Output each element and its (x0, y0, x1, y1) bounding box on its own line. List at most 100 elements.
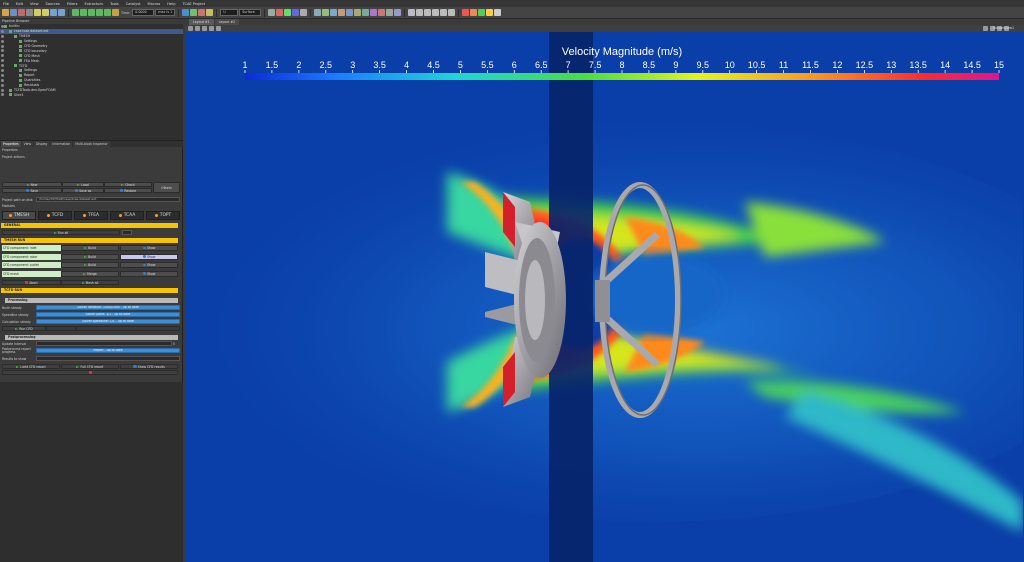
full-cfd-report-button[interactable]: Full CFD report (61, 364, 119, 369)
view-x-icon[interactable] (276, 9, 284, 16)
menu-item-6[interactable]: Tools (110, 2, 119, 6)
menu-item-10[interactable]: TCAE Project (182, 2, 205, 6)
custom-range-icon[interactable] (198, 9, 206, 16)
load-project-button[interactable]: Load (62, 182, 104, 187)
undo-icon[interactable] (34, 9, 41, 16)
save-as-project-button[interactable]: Save as (62, 188, 104, 193)
variable-select[interactable]: U (220, 9, 239, 16)
visibility-eye-icon[interactable] (1, 29, 4, 33)
component-action-button[interactable]: Build (61, 253, 119, 260)
visibility-eye-icon[interactable] (1, 59, 4, 63)
interactive-select-icon[interactable] (424, 9, 432, 16)
close-results-button[interactable] (2, 370, 178, 375)
hover-icon[interactable] (432, 9, 440, 16)
reset-center-icon[interactable] (195, 26, 200, 31)
first-frame-icon[interactable] (72, 9, 79, 16)
split-horizontal-icon[interactable] (983, 26, 988, 31)
module-tab-1[interactable]: TCFD (38, 211, 72, 220)
camera-undo-icon[interactable] (50, 9, 57, 16)
select-cells-icon[interactable] (408, 9, 416, 16)
pick-center-icon[interactable] (202, 26, 207, 31)
extract-subset-icon[interactable] (354, 9, 362, 16)
tcae-clock-icon[interactable] (494, 9, 502, 16)
prev-frame-icon[interactable] (80, 9, 87, 16)
run-fast-forward-button[interactable] (46, 326, 76, 331)
camera-redo-icon[interactable] (58, 9, 65, 16)
module-tab-4[interactable]: TOPT (146, 211, 180, 220)
representation-select[interactable]: Surface (239, 9, 262, 16)
time-index-field[interactable]: max is 1 (155, 9, 176, 16)
time-input[interactable]: 0.0000 (132, 9, 155, 16)
glyph-icon[interactable] (362, 9, 370, 16)
visibility-eye-icon[interactable] (1, 93, 4, 97)
visibility-eye-icon[interactable] (1, 49, 4, 53)
visibility-eye-icon[interactable] (1, 83, 4, 87)
calculator-icon[interactable] (314, 9, 322, 16)
tmesh-run-section-header[interactable]: TMESH RUN (1, 238, 178, 243)
group-icon[interactable] (386, 9, 394, 16)
update-interval-field[interactable] (36, 341, 172, 346)
menu-item-1[interactable]: Edit (16, 2, 23, 6)
threshold-icon[interactable] (346, 9, 354, 16)
menu-item-2[interactable]: View (30, 2, 39, 6)
reset-camera-icon[interactable] (268, 9, 276, 16)
save-icon[interactable] (10, 9, 17, 16)
menu-item-8[interactable]: Macros (148, 2, 161, 6)
loop-icon[interactable] (112, 9, 119, 16)
flow-visualization[interactable]: Velocity Magnitude (m/s) 1 1.5 2 2.5 3 3.5 4 4.… (185, 32, 1023, 562)
redo-icon[interactable] (42, 9, 49, 16)
general-section-header[interactable]: GENERAL (1, 223, 178, 228)
show-cfd-results-button[interactable]: Show CFD results (120, 364, 178, 369)
project-path-field[interactable]: /home/cfd/TCAE/case/tcae.dataset.ext (36, 197, 180, 202)
tcae-tfea-icon[interactable] (478, 9, 486, 16)
restore-project-button[interactable]: Restore (104, 188, 152, 193)
new-project-button[interactable]: New (2, 182, 62, 187)
run-cfd-button[interactable]: Run CFD (2, 326, 46, 331)
rotate-icon[interactable] (300, 9, 308, 16)
tcfd-run-section-header[interactable]: TCFD RUN (1, 288, 178, 293)
menu-item-4[interactable]: Filters (67, 2, 78, 6)
play-icon[interactable] (88, 9, 95, 16)
color-map-icon[interactable] (182, 9, 190, 16)
menu-item-0[interactable]: File (3, 2, 9, 6)
run-all-options[interactable] (122, 230, 132, 235)
tcae-tmesh-icon[interactable] (462, 9, 470, 16)
last-frame-icon[interactable] (104, 9, 111, 16)
pipeline-item[interactable]: Slice1 (0, 92, 183, 97)
warp-icon[interactable] (378, 9, 386, 16)
menu-item-7[interactable]: Catalyst (126, 2, 141, 6)
component-show-button[interactable]: Show (120, 262, 178, 268)
open-icon[interactable] (2, 9, 9, 16)
visibility-eye-icon[interactable] (1, 34, 4, 38)
visibility-eye-icon[interactable] (1, 73, 4, 77)
contour-icon[interactable] (322, 9, 330, 16)
extract-level-icon[interactable] (394, 9, 402, 16)
tcae-report-icon[interactable] (486, 9, 494, 16)
visibility-eye-icon[interactable] (1, 54, 4, 58)
menu-item-9[interactable]: Help (167, 2, 175, 6)
view-z-icon[interactable] (292, 9, 300, 16)
component-show-button[interactable]: Show (120, 270, 178, 277)
component-show-button[interactable]: Show (120, 245, 178, 251)
save-project-button[interactable]: Save (2, 188, 62, 193)
visibility-eye-icon[interactable] (1, 69, 4, 73)
rescale-icon[interactable] (190, 9, 198, 16)
mesh-all-button[interactable]: Mesh all (61, 280, 119, 285)
show-center-icon[interactable] (188, 26, 193, 31)
results-to-show-field[interactable] (36, 356, 180, 361)
menu-item-3[interactable]: Sources (46, 2, 60, 6)
clip-icon[interactable] (330, 9, 338, 16)
view-y-icon[interactable] (284, 9, 292, 16)
module-tab-2[interactable]: TFEA (74, 211, 108, 220)
run-options-bar[interactable] (76, 326, 180, 331)
visibility-eye-icon[interactable] (1, 25, 4, 28)
check-project-button[interactable]: Check (104, 182, 152, 187)
processing-subsection-header[interactable]: Processing (5, 298, 178, 303)
abort-button[interactable]: Abort (2, 280, 61, 285)
select-points-icon[interactable] (416, 9, 424, 16)
visibility-eye-icon[interactable] (1, 39, 4, 43)
scalar-bar-icon[interactable] (206, 9, 214, 16)
component-show-button[interactable]: Show (120, 253, 178, 260)
module-tab-3[interactable]: TCAA (110, 211, 144, 220)
module-tab-0[interactable]: TMESH (2, 211, 36, 220)
